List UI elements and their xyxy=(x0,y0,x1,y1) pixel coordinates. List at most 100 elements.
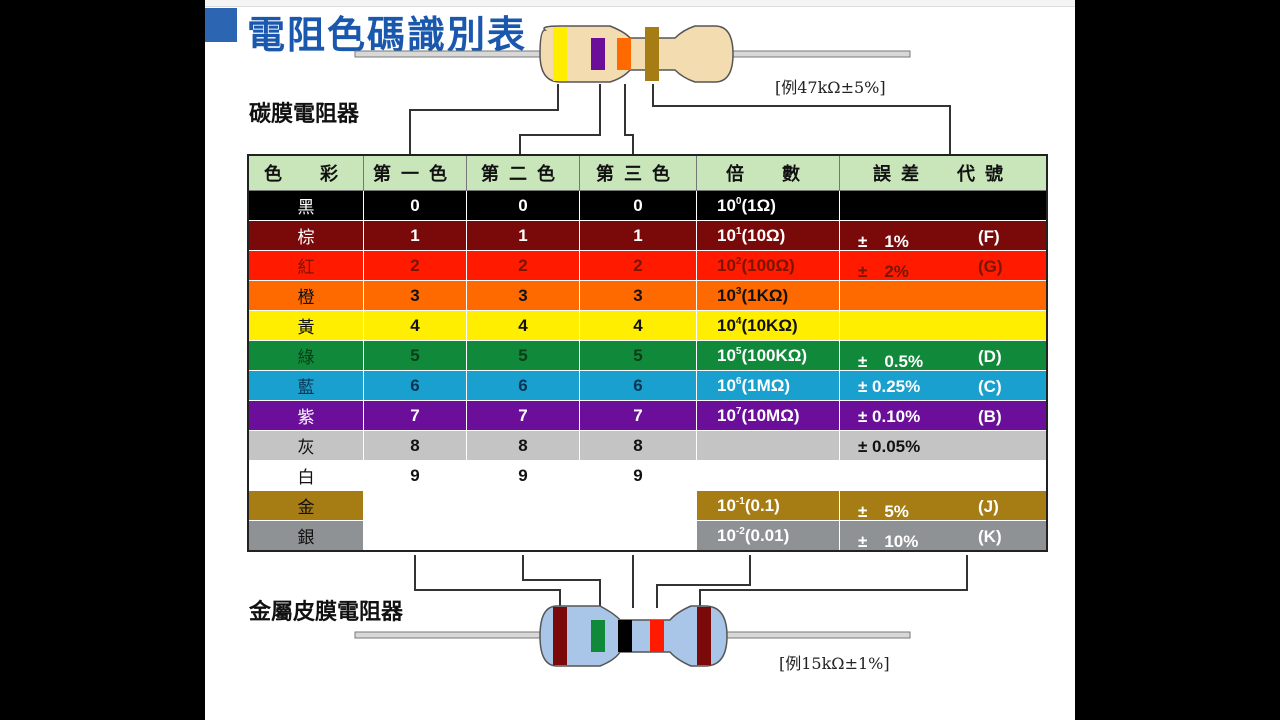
multiplier-base: 10 xyxy=(717,195,736,215)
multiplier-value: (100KΩ) xyxy=(741,345,808,365)
color-name-cell: 綠 xyxy=(247,340,364,371)
multiplier-base: 10 xyxy=(717,405,736,425)
color-name-cell: 紫 xyxy=(247,400,364,431)
tolerance-value: ± 0.5% xyxy=(858,352,924,371)
tolerance-code: (J) xyxy=(978,497,999,516)
multiplier-value: (0.01) xyxy=(744,525,790,545)
second-digit-cell: 8 xyxy=(466,430,580,461)
color-code-table: 色 彩 第一色 第二色 第三色 倍 數 誤差 代號 黑 0 0 0 100(1Ω) 棕 1 1… xyxy=(247,154,1048,552)
tolerance-value: ± 5% xyxy=(858,502,909,521)
header-multiplier: 倍 數 xyxy=(696,154,840,191)
color-name-cell: 灰 xyxy=(247,430,364,461)
metal-band-1 xyxy=(553,607,567,665)
first-digit-cell: 1 xyxy=(363,220,467,251)
tolerance-value: ± 0.10% xyxy=(858,407,921,426)
color-name-cell: 棕 xyxy=(247,220,364,251)
multiplier-base: 10 xyxy=(717,315,736,335)
color-name-cell: 黃 xyxy=(247,310,364,341)
third-digit-cell: 7 xyxy=(579,400,697,431)
metal-band-5 xyxy=(697,607,711,665)
third-digit-cell: 3 xyxy=(579,280,697,311)
multiplier-value: (1KΩ) xyxy=(741,285,789,305)
table-row: 棕 1 1 1 101(10Ω) ± 1% (F) xyxy=(247,220,1048,251)
connector-line-8 xyxy=(656,555,751,608)
second-digit-cell: 2 xyxy=(466,250,580,281)
multiplier-cell: 100(1Ω) xyxy=(696,190,840,221)
third-digit-cell: 4 xyxy=(579,310,697,341)
multiplier-value: (1MΩ) xyxy=(741,375,791,395)
color-name-cell: 金 xyxy=(247,490,364,521)
tolerance-code: (D) xyxy=(978,347,1002,366)
tolerance-value: ± 0.25% xyxy=(858,377,921,396)
tolerance-cell: ± 0.05% xyxy=(839,430,1048,461)
multiplier-cell xyxy=(696,430,840,461)
multiplier-exponent: -1 xyxy=(735,495,745,507)
table-row: 紫 7 7 7 107(10MΩ) ± 0.10% (B) xyxy=(247,400,1048,431)
connector-line-4 xyxy=(652,84,951,155)
table-row: 黑 0 0 0 100(1Ω) xyxy=(247,190,1048,221)
multiplier-cell: 104(10KΩ) xyxy=(696,310,840,341)
tolerance-code: (F) xyxy=(978,227,1000,246)
second-digit-cell xyxy=(466,520,580,552)
first-digit-cell: 7 xyxy=(363,400,467,431)
third-digit-cell: 0 xyxy=(579,190,697,221)
table-body: 黑 0 0 0 100(1Ω) 棕 1 1 1 101(10Ω) ± 1% (F) 紅 2 2 2 102(10… xyxy=(247,190,1048,552)
table-row: 黃 4 4 4 104(10KΩ) xyxy=(247,310,1048,341)
second-digit-cell: 9 xyxy=(466,460,580,491)
tolerance-cell xyxy=(839,190,1048,221)
tolerance-value: ± 2% xyxy=(858,262,909,281)
tolerance-code: (G) xyxy=(978,257,1003,276)
slide: 電阻色碼識別表 碳膜電阻器 金屬皮膜電阻器 [例47kΩ±5%] [例15kΩ±… xyxy=(205,0,1075,720)
second-digit-cell: 4 xyxy=(466,310,580,341)
color-name-cell: 橙 xyxy=(247,280,364,311)
multiplier-base: 10 xyxy=(717,345,736,365)
connector-line-9 xyxy=(699,555,968,608)
third-digit-cell xyxy=(579,490,697,521)
multiplier-value: (10MΩ) xyxy=(741,405,800,425)
third-digit-cell: 5 xyxy=(579,340,697,371)
first-digit-cell xyxy=(363,490,467,521)
color-name-cell: 藍 xyxy=(247,370,364,401)
carbon-band-4 xyxy=(645,27,659,81)
third-digit-cell: 8 xyxy=(579,430,697,461)
table-header-row: 色 彩 第一色 第二色 第三色 倍 數 誤差 代號 xyxy=(247,154,1048,191)
first-digit-cell: 2 xyxy=(363,250,467,281)
tolerance-code: (B) xyxy=(978,407,1002,426)
multiplier-base: 10 xyxy=(717,255,736,275)
second-digit-cell: 3 xyxy=(466,280,580,311)
connector-line-1 xyxy=(409,84,559,155)
carbon-band-2 xyxy=(591,38,605,70)
color-name-cell: 銀 xyxy=(247,520,364,552)
table-row: 銀 10-2(0.01) ± 10% (K) xyxy=(247,520,1048,552)
second-digit-cell: 7 xyxy=(466,400,580,431)
table-row: 灰 8 8 8 ± 0.05% xyxy=(247,430,1048,461)
tolerance-cell: ± 10% (K) xyxy=(839,520,1048,552)
color-name-cell: 紅 xyxy=(247,250,364,281)
multiplier-value: (100Ω) xyxy=(741,255,795,275)
metal-band-3 xyxy=(618,620,632,652)
table-row: 紅 2 2 2 102(100Ω) ± 2% (G) xyxy=(247,250,1048,281)
multiplier-cell: 105(100KΩ) xyxy=(696,340,840,371)
tolerance-code: (C) xyxy=(978,377,1002,396)
third-digit-cell: 1 xyxy=(579,220,697,251)
multiplier-cell: 107(10MΩ) xyxy=(696,400,840,431)
header-color: 色 彩 xyxy=(247,154,364,191)
table-row: 金 10-1(0.1) ± 5% (J) xyxy=(247,490,1048,521)
tolerance-code: (K) xyxy=(978,527,1002,546)
metal-band-4 xyxy=(650,620,664,652)
multiplier-exponent: -2 xyxy=(735,525,745,537)
tolerance-value: ± 10% xyxy=(858,532,919,551)
multiplier-base: 10 xyxy=(717,375,736,395)
tolerance-cell: ± 0.10% (B) xyxy=(839,400,1048,431)
third-digit-cell xyxy=(579,520,697,552)
third-digit-cell: 9 xyxy=(579,460,697,491)
tolerance-cell: ± 0.25% (C) xyxy=(839,370,1048,401)
first-digit-cell: 6 xyxy=(363,370,467,401)
multiplier-base: 10 xyxy=(717,225,736,245)
multiplier-base: 10 xyxy=(717,285,736,305)
header-third: 第三色 xyxy=(579,154,697,191)
multiplier-value: (10Ω) xyxy=(741,225,786,245)
second-digit-cell: 6 xyxy=(466,370,580,401)
tolerance-cell xyxy=(839,460,1048,491)
multiplier-cell: 10-1(0.1) xyxy=(696,490,840,521)
